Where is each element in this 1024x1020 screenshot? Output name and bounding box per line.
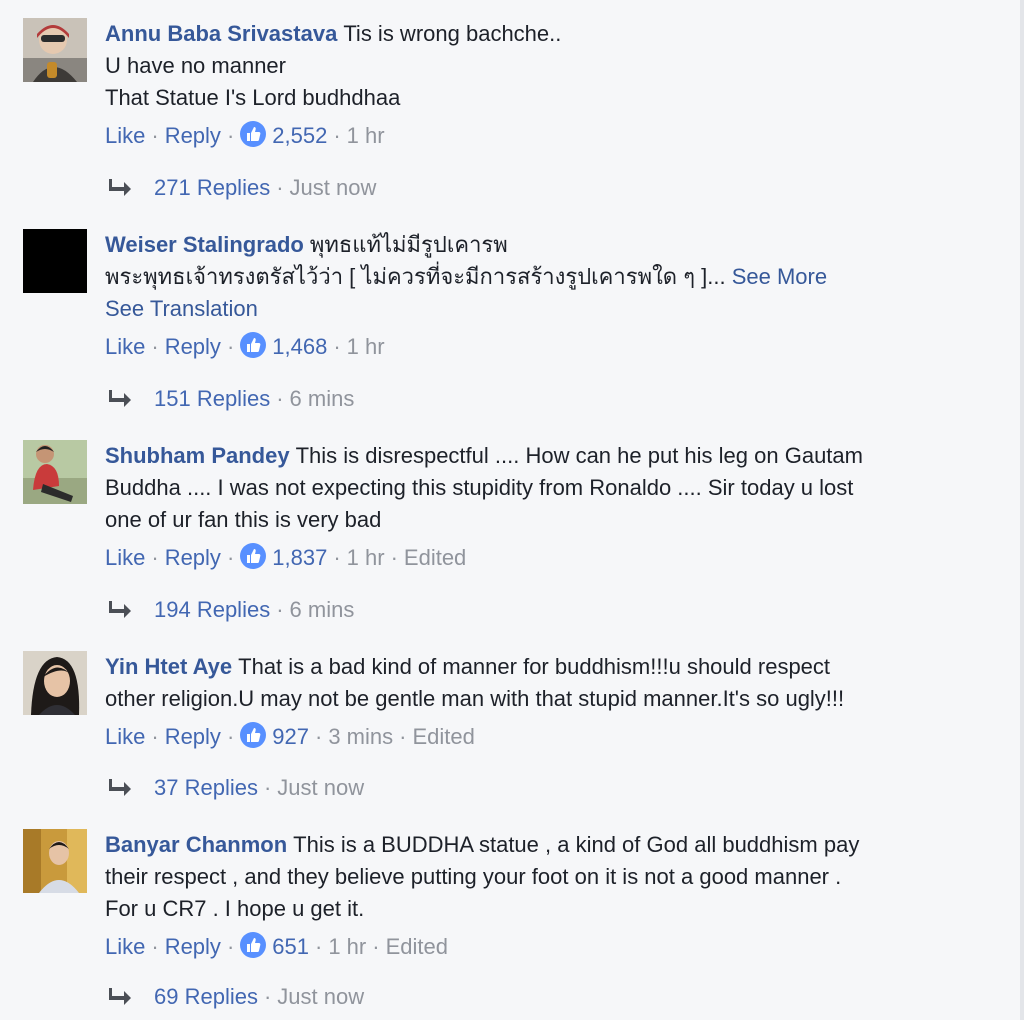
- comment-body: Yin Htet Aye That is a bad kind of manner…: [105, 651, 965, 715]
- reply-button[interactable]: Reply: [165, 334, 221, 359]
- comment-author[interactable]: Banyar Chanmon: [105, 832, 287, 857]
- comment-line: other religion.U may not be gentle man w…: [105, 686, 845, 711]
- comment-time[interactable]: 1 hr: [347, 545, 385, 570]
- comment-time[interactable]: 1 hr: [347, 334, 385, 359]
- reply-arrow-icon: [109, 988, 131, 1005]
- reply-arrow-icon: [109, 779, 131, 796]
- like-count[interactable]: 927: [240, 722, 309, 749]
- comment-line: พุทธแท้ไม่มีรูปเคารพ: [309, 232, 508, 257]
- like-button[interactable]: Like: [105, 123, 145, 148]
- replies-link[interactable]: 37 Replies · Just now: [108, 772, 364, 804]
- like-count[interactable]: 1,468: [240, 332, 327, 359]
- like-button[interactable]: Like: [105, 934, 145, 959]
- right-border: [1020, 0, 1024, 1020]
- comment-line: This is disrespectful .... How can he pu…: [295, 443, 863, 468]
- like-thumb-icon: [240, 121, 267, 147]
- replies-count[interactable]: 37 Replies: [154, 775, 258, 800]
- like-thumb-icon: [240, 722, 267, 748]
- comment-body: Banyar Chanmon This is a BUDDHA statue , …: [105, 829, 965, 925]
- comment-actions: Like · Reply · 1,837 · 1 hr · Edited: [105, 543, 467, 570]
- reply-arrow-icon: [109, 179, 131, 196]
- person-temple-avatar[interactable]: [23, 829, 87, 893]
- comment-time[interactable]: 3 mins: [328, 724, 393, 749]
- comment-author[interactable]: Annu Baba Srivastava: [105, 21, 337, 46]
- comment-time[interactable]: 1 hr: [328, 934, 366, 959]
- comment-author[interactable]: Yin Htet Aye: [105, 654, 232, 679]
- replies-link[interactable]: 151 Replies · 6 mins: [108, 383, 354, 415]
- comment-line: their respect , and they believe putting…: [105, 864, 842, 889]
- comment-body: Annu Baba Srivastava Tis is wrong bachche…: [105, 18, 965, 114]
- comment-line: Tis is wrong bachche..: [343, 21, 562, 46]
- replies-time: Just now: [277, 984, 365, 1009]
- person-with-helmet-avatar[interactable]: [23, 18, 87, 82]
- like-button[interactable]: Like: [105, 545, 145, 570]
- replies-link[interactable]: 69 Replies · Just now: [108, 981, 364, 1013]
- like-count[interactable]: 2,552: [240, 121, 327, 148]
- see-translation-link[interactable]: See Translation: [105, 293, 965, 325]
- like-thumb-icon: [240, 932, 267, 958]
- comment-body: Shubham Pandey This is disrespectful ....…: [105, 440, 965, 536]
- reply-button[interactable]: Reply: [165, 123, 221, 148]
- edited-label[interactable]: Edited: [404, 545, 466, 570]
- like-thumb-icon: [240, 332, 267, 358]
- person-dark-hair-avatar[interactable]: [23, 651, 87, 715]
- see-more-link[interactable]: See More: [732, 264, 827, 289]
- replies-count[interactable]: 151 Replies: [154, 386, 270, 411]
- replies-count[interactable]: 194 Replies: [154, 597, 270, 622]
- comment-line: This is a BUDDHA statue , a kind of God …: [293, 832, 860, 857]
- reply-button[interactable]: Reply: [165, 545, 221, 570]
- replies-time: 6 mins: [289, 597, 355, 622]
- replies-time: Just now: [289, 175, 377, 200]
- edited-label[interactable]: Edited: [386, 934, 448, 959]
- comment-line: That Statue I's Lord budhdhaa: [105, 85, 401, 110]
- black-square-avatar[interactable]: [23, 229, 87, 293]
- comment-line: That is a bad kind of manner for buddhis…: [238, 654, 831, 679]
- comment-author[interactable]: Weiser Stalingrado: [105, 232, 304, 257]
- like-button[interactable]: Like: [105, 724, 145, 749]
- reply-arrow-icon: [109, 601, 131, 618]
- comment-line: one of ur fan this is very bad: [105, 507, 382, 532]
- like-button[interactable]: Like: [105, 334, 145, 359]
- replies-link[interactable]: 194 Replies · 6 mins: [108, 594, 354, 626]
- comment-body: Weiser Stalingrado พุทธแท้ไม่มีรูปเคารพ พ…: [105, 229, 965, 325]
- reply-arrow-icon: [109, 390, 131, 407]
- comment-line: พระพุทธเจ้าทรงตรัสไว้ว่า [ ไม่ควรที่จะมี…: [105, 264, 726, 289]
- comment-actions: Like · Reply · 651 · 1 hr · Edited: [105, 932, 448, 959]
- reply-button[interactable]: Reply: [165, 724, 221, 749]
- replies-link[interactable]: 271 Replies · Just now: [108, 172, 376, 204]
- comment-actions: Like · Reply · 1,468 · 1 hr: [105, 332, 385, 359]
- person-red-shirt-avatar[interactable]: [23, 440, 87, 504]
- comment-line: For u CR7 . I hope u get it.: [105, 896, 365, 921]
- edited-label[interactable]: Edited: [412, 724, 474, 749]
- comment-time[interactable]: 1 hr: [347, 123, 385, 148]
- like-count[interactable]: 1,837: [240, 543, 327, 570]
- reply-button[interactable]: Reply: [165, 934, 221, 959]
- replies-time: 6 mins: [289, 386, 355, 411]
- comment-line: Buddha .... I was not expecting this stu…: [105, 475, 854, 500]
- like-thumb-icon: [240, 543, 267, 569]
- comment-author[interactable]: Shubham Pandey: [105, 443, 290, 468]
- comment-actions: Like · Reply · 927 · 3 mins · Edited: [105, 722, 475, 749]
- replies-time: Just now: [277, 775, 365, 800]
- replies-count[interactable]: 271 Replies: [154, 175, 270, 200]
- replies-count[interactable]: 69 Replies: [154, 984, 258, 1009]
- like-count[interactable]: 651: [240, 932, 309, 959]
- comment-actions: Like · Reply · 2,552 · 1 hr: [105, 121, 385, 148]
- comment-line: U have no manner: [105, 53, 286, 78]
